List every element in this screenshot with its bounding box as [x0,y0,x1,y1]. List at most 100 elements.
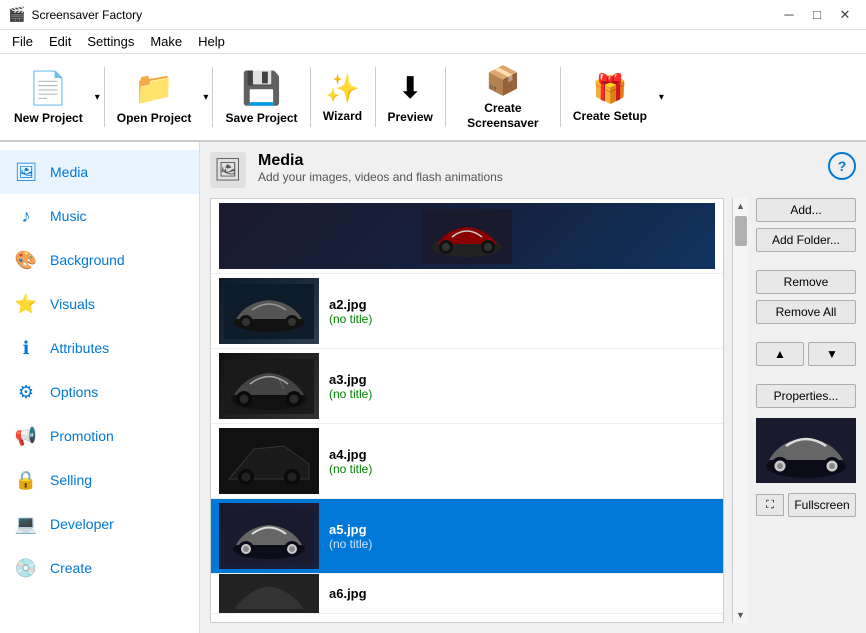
create-setup-group: 🎁 Create Setup ▾ [563,57,666,137]
media-subtitle-a4: (no title) [329,462,715,476]
help-button[interactable]: ? [828,152,856,180]
sidebar-item-options[interactable]: ⚙ Options [0,370,199,414]
toolbar-sep-5 [445,67,446,127]
sidebar-item-developer[interactable]: 💻 Developer [0,502,199,546]
sidebar-label-selling: Selling [50,472,92,488]
media-item-a2[interactable]: a2.jpg (no title) [211,274,723,349]
media-thumb-a3 [219,353,319,419]
add-folder-button[interactable]: Add Folder... [756,228,856,252]
wizard-button[interactable]: ✨ Wizard [313,57,373,137]
sidebar-item-attributes[interactable]: ℹ Attributes [0,326,199,370]
create-screensaver-label: Create Screensaver [458,101,548,130]
fullscreen-area: ⛶ Fullscreen [756,493,856,517]
media-info-a6: a6.jpg [329,586,715,601]
new-project-button[interactable]: 📄 New Project [4,57,93,137]
attributes-icon: ℹ [14,336,38,360]
media-filename-a2: a2.jpg [329,297,715,312]
sidebar-label-music: Music [50,208,87,224]
minimize-button[interactable]: ─ [776,4,802,26]
fullscreen-icon[interactable]: ⛶ [756,494,784,516]
menu-settings[interactable]: Settings [79,32,142,51]
open-project-arrow[interactable]: ▾ [201,57,210,137]
media-thumb-a4 [219,428,319,494]
media-area: a1.jpg (no title) a2.jpg (no title) [210,198,856,623]
toolbar-sep-1 [104,67,105,127]
maximize-button[interactable]: □ [804,4,830,26]
sidebar-item-visuals[interactable]: ⭐ Visuals [0,282,199,326]
create-setup-button[interactable]: 🎁 Create Setup [563,57,657,137]
save-project-button[interactable]: 💾 Save Project [215,57,307,137]
media-item-a1[interactable]: a1.jpg (no title) [211,199,723,274]
sidebar-item-media[interactable]: 🖼 Media [0,150,199,194]
rp-sep-1 [756,258,856,264]
create-setup-icon: 🎁 [592,72,627,105]
sidebar-item-promotion[interactable]: 📢 Promotion [0,414,199,458]
media-info-a3: a3.jpg (no title) [329,372,715,401]
toolbar: 📄 New Project ▾ 📁 Open Project ▾ 💾 Save … [0,54,866,142]
toolbar-sep-2 [212,67,213,127]
scroll-thumb[interactable] [735,216,747,246]
wizard-icon: ✨ [325,72,360,105]
open-project-icon: 📁 [134,69,174,107]
media-filename-a5: a5.jpg [329,522,715,537]
title-bar: 🎬 Screensaver Factory ─ □ ✕ [0,0,866,30]
media-item-a6[interactable]: a6.jpg [211,574,723,614]
move-up-button[interactable]: ▲ [756,342,804,366]
media-item-a4[interactable]: a4.jpg (no title) [211,424,723,499]
sidebar-item-selling[interactable]: 🔒 Selling [0,458,199,502]
fullscreen-button[interactable]: Fullscreen [788,493,856,517]
open-project-label: Open Project [117,111,192,125]
preview-thumbnail [756,418,856,483]
sidebar-item-music[interactable]: ♪ Music [0,194,199,238]
remove-button[interactable]: Remove [756,270,856,294]
media-filename-a4: a4.jpg [329,447,715,462]
remove-all-button[interactable]: Remove All [756,300,856,324]
media-item-a5[interactable]: a5.jpg (no title) [211,499,723,574]
sidebar-label-visuals: Visuals [50,296,95,312]
save-project-icon: 💾 [242,69,282,107]
menu-file[interactable]: File [4,32,41,51]
visuals-icon: ⭐ [14,292,38,316]
content-header-icon: 🖼 [210,152,246,188]
media-filename-a6: a6.jpg [329,586,715,601]
sidebar-item-create[interactable]: 💿 Create [0,546,199,590]
media-subtitle-a3: (no title) [329,387,715,401]
promotion-icon: 📢 [14,424,38,448]
sidebar-item-background[interactable]: 🎨 Background [0,238,199,282]
properties-button[interactable]: Properties... [756,384,856,408]
close-button[interactable]: ✕ [832,4,858,26]
preview-icon: ⬇ [398,71,423,106]
media-filename-a3: a3.jpg [329,372,715,387]
new-project-icon: 📄 [28,69,68,107]
media-scrollbar[interactable]: ▲ ▼ [732,198,748,623]
rp-arrows: ▲ ▼ [756,342,856,366]
new-project-arrow[interactable]: ▾ [93,57,102,137]
media-list-container: a1.jpg (no title) a2.jpg (no title) [210,198,724,623]
content-header: 🖼 Media Add your images, videos and flas… [210,152,856,188]
media-icon: 🖼 [14,160,38,184]
preview-button[interactable]: ⬇ Preview [378,57,443,137]
right-panel: Add... Add Folder... Remove Remove All ▲… [756,198,856,623]
create-screensaver-button[interactable]: 📦 Create Screensaver [448,57,558,137]
add-button[interactable]: Add... [756,198,856,222]
create-setup-arrow[interactable]: ▾ [657,57,666,137]
menu-make[interactable]: Make [142,32,190,51]
media-thumb-a1 [219,203,715,269]
sidebar-label-promotion: Promotion [50,428,114,444]
sidebar-label-developer: Developer [50,516,114,532]
content-header-text: Media Add your images, videos and flash … [258,152,503,184]
sidebar-label-options: Options [50,384,98,400]
create-setup-label: Create Setup [573,109,647,123]
create-screensaver-icon: 📦 [485,64,520,97]
sidebar-label-attributes: Attributes [50,340,109,356]
scroll-up-arrow[interactable]: ▲ [733,198,749,214]
scroll-down-arrow[interactable]: ▼ [733,607,749,623]
open-project-button[interactable]: 📁 Open Project [107,57,202,137]
move-down-button[interactable]: ▼ [808,342,856,366]
title-controls: ─ □ ✕ [776,4,858,26]
media-item-a3[interactable]: a3.jpg (no title) [211,349,723,424]
sidebar: 🖼 Media ♪ Music 🎨 Background ⭐ Visuals ℹ… [0,142,200,633]
media-subtitle-a5: (no title) [329,537,715,551]
menu-edit[interactable]: Edit [41,32,79,51]
menu-help[interactable]: Help [190,32,233,51]
